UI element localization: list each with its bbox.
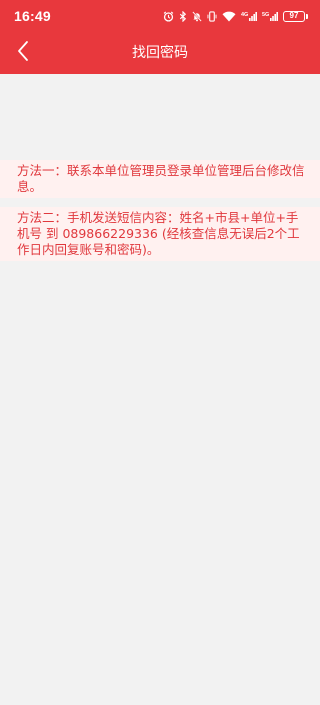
method-two-notice: 方法二：手机发送短信内容：姓名+市县+单位+手机号 到 089866229336… [0,207,320,261]
battery-level: 97 [283,10,305,22]
status-icons: 4G 5G 97 [163,10,308,22]
network-2-label: 5G [262,12,269,18]
network-1-label: 4G [241,12,248,18]
method-one-notice: 方法一：联系本单位管理员登录单位管理后台修改信息。 [0,160,320,198]
chevron-left-icon [16,40,30,66]
signal-4g-icon: 4G [241,11,257,22]
status-bar: 16:49 4G 5G 97 [0,0,320,32]
mute-icon [192,10,202,22]
nav-bar: 找回密码 [0,32,320,74]
page-title: 找回密码 [132,45,188,61]
wifi-icon [222,11,236,22]
bluetooth-icon [179,10,187,22]
signal-5g-icon: 5G [262,11,278,22]
alarm-icon [163,10,174,22]
battery-icon: 97 [283,10,308,22]
back-button[interactable] [6,36,40,70]
vibrate-icon [207,10,217,22]
status-time: 16:49 [14,8,51,24]
